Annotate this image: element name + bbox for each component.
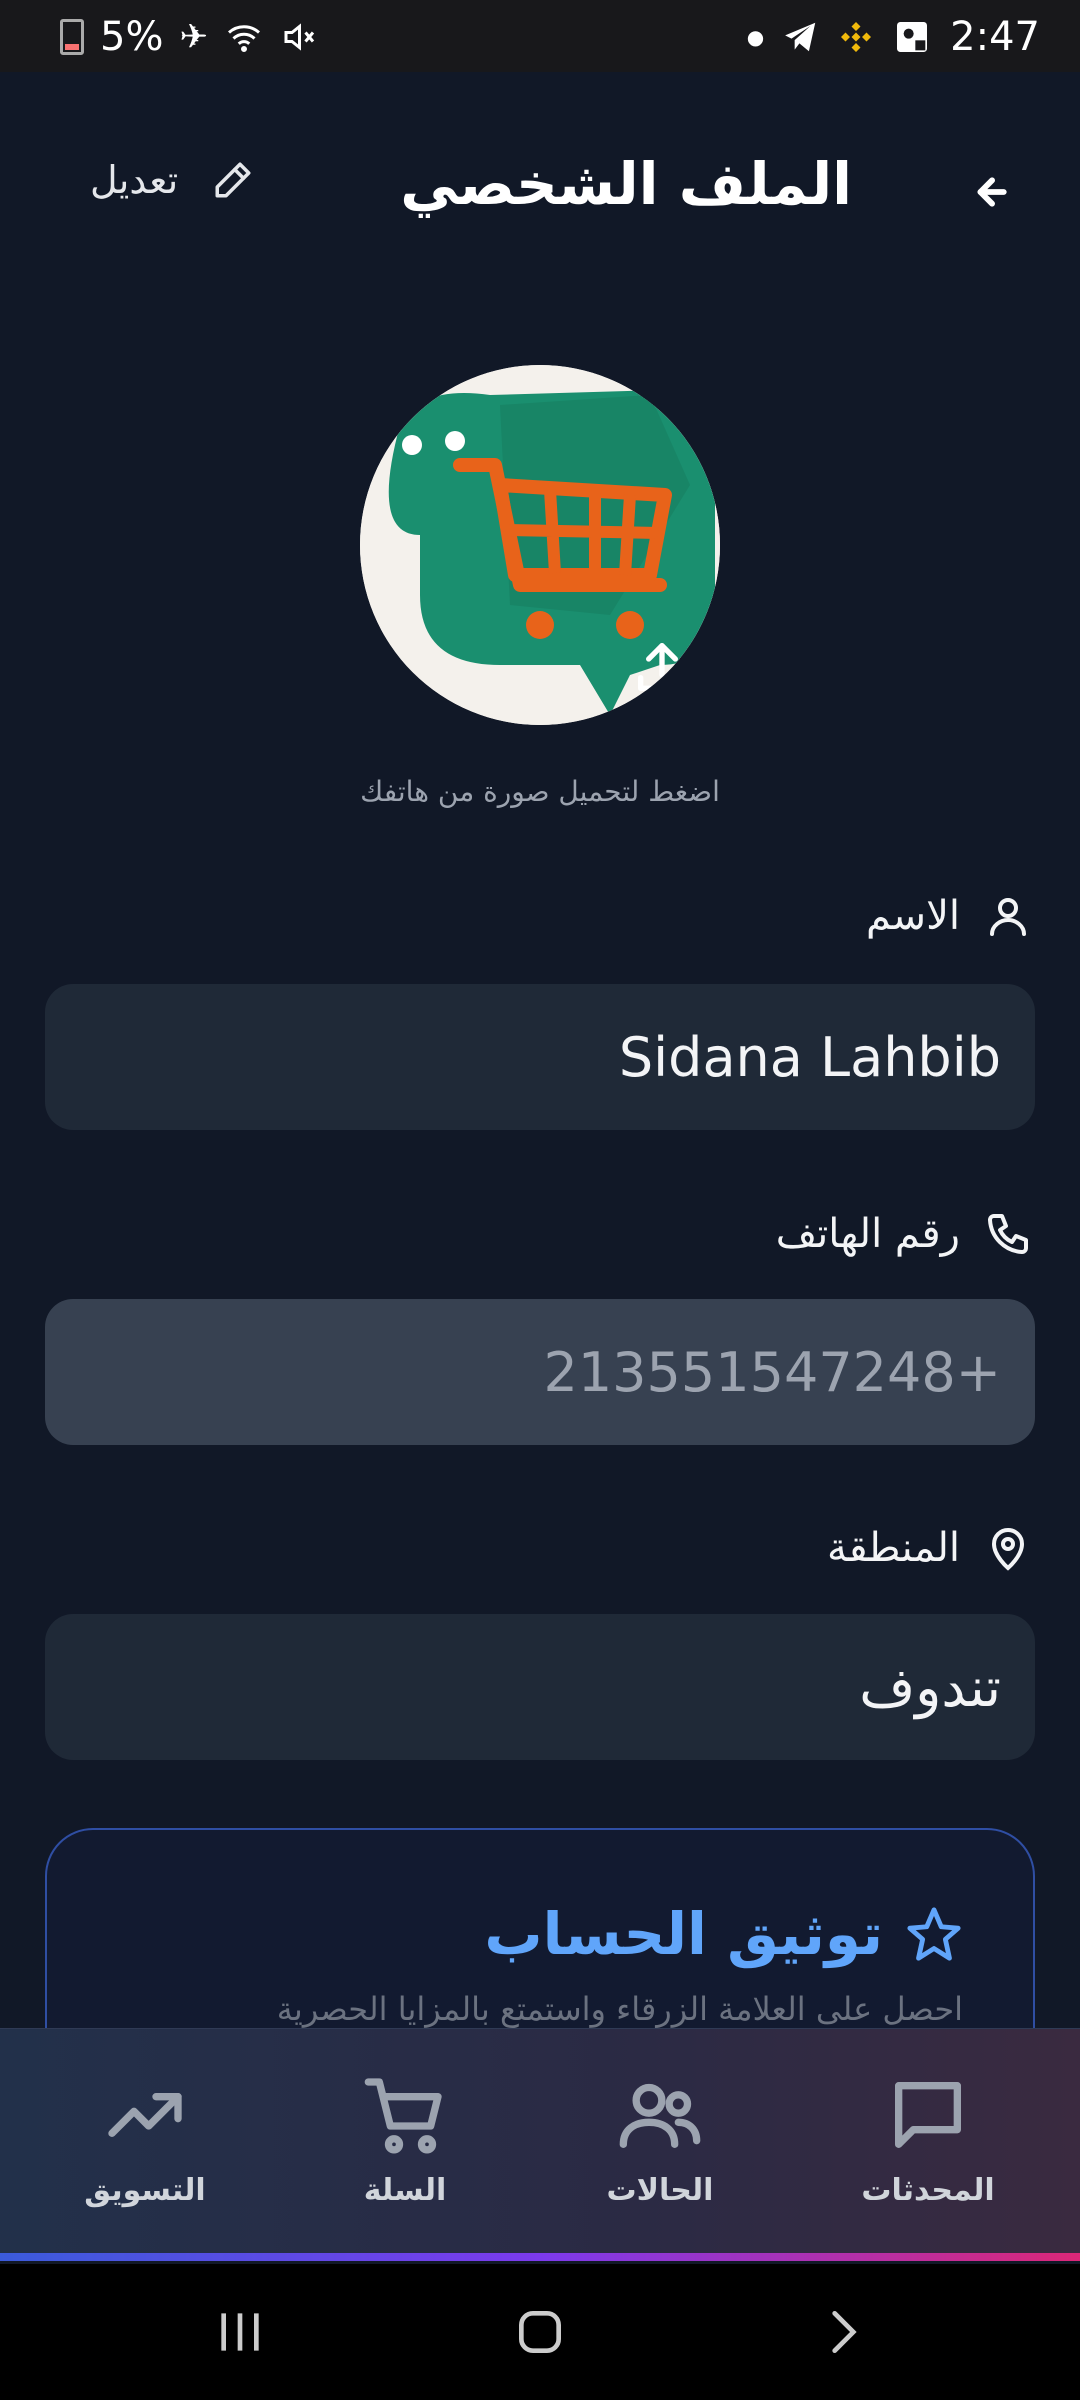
nav-label-marketing: التسويق	[84, 2173, 206, 2208]
avatar-upload[interactable]	[360, 365, 720, 725]
clock: 2:47	[950, 14, 1040, 60]
battery-icon	[60, 19, 84, 55]
header: الملف الشخصي تعديل	[0, 72, 1080, 302]
battery-percent: 5%	[100, 14, 164, 60]
star-icon	[907, 1907, 961, 1961]
upload-hint: اضغط لتحميل صورة من هاتفك	[360, 775, 720, 808]
airplane-icon: ✈	[179, 17, 208, 57]
notification-dot-icon: ●	[746, 25, 765, 49]
location-pin-icon	[991, 1528, 1025, 1571]
contact-card-icon	[897, 22, 928, 52]
verification-title: توثيق الحساب	[484, 1900, 883, 1968]
status-bar: 5% ✈ ● 2:47	[0, 0, 1080, 72]
telegram-icon	[785, 22, 816, 52]
nav-item-statuses[interactable]: الحالات	[560, 2071, 760, 2208]
region-value: تندوف	[859, 1655, 1001, 1719]
edit-label: تعديل	[90, 158, 179, 202]
binance-icon	[841, 22, 872, 52]
nav-label-statuses: الحالات	[606, 2173, 714, 2208]
nav-item-cart[interactable]: السلة	[305, 2071, 505, 2208]
verification-title-row: توثيق الحساب	[484, 1900, 963, 1968]
name-field-label: الاسم	[866, 892, 1032, 940]
name-input[interactable]: Sidana Lahbib	[45, 984, 1035, 1130]
chat-icon	[895, 2082, 961, 2148]
name-value: Sidana Lahbib	[618, 1025, 1001, 1089]
region-label: المنطقة	[827, 1525, 960, 1571]
cart-icon	[364, 2078, 442, 2154]
system-nav-bar	[0, 2264, 1080, 2400]
mute-icon	[284, 23, 315, 51]
page-title: الملف الشخصي	[400, 150, 852, 218]
back-arrow-icon[interactable]	[960, 157, 1030, 227]
pencil-icon	[215, 162, 251, 198]
region-field-label: المنطقة	[827, 1524, 1032, 1572]
phone-field-label: رقم الهاتف	[776, 1210, 1032, 1258]
nav-item-chats[interactable]: المحدثات	[828, 2071, 1028, 2208]
name-label: الاسم	[865, 893, 960, 939]
nav-label-cart: السلة	[363, 2173, 447, 2208]
user-icon	[990, 898, 1026, 936]
users-icon	[619, 2083, 701, 2148]
phone-input[interactable]: 213551547248+	[45, 1299, 1035, 1445]
nav-accent-bar	[0, 2253, 1080, 2261]
nav-item-marketing[interactable]: التسويق	[45, 2071, 245, 2208]
trending-up-icon	[108, 2093, 182, 2137]
back-icon[interactable]	[814, 2304, 874, 2360]
phone-value: 213551547248+	[543, 1340, 1001, 1404]
bottom-nav: التسويق السلة الحالات المحدثات	[0, 2028, 1080, 2261]
phone-icon	[988, 1214, 1028, 1254]
wifi-icon	[227, 25, 260, 52]
region-input[interactable]: تندوف	[45, 1614, 1035, 1760]
nav-label-chats: المحدثات	[861, 2173, 995, 2208]
home-icon[interactable]	[510, 2304, 570, 2360]
avatar[interactable]	[360, 365, 720, 725]
recent-apps-icon[interactable]	[210, 2304, 270, 2360]
edit-button[interactable]: تعديل	[90, 158, 254, 202]
upload-icon[interactable]	[630, 635, 694, 699]
phone-label: رقم الهاتف	[775, 1211, 960, 1257]
verification-description: احصل على العلامة الزرقاء واستمتع بالمزاي…	[276, 1990, 963, 2028]
